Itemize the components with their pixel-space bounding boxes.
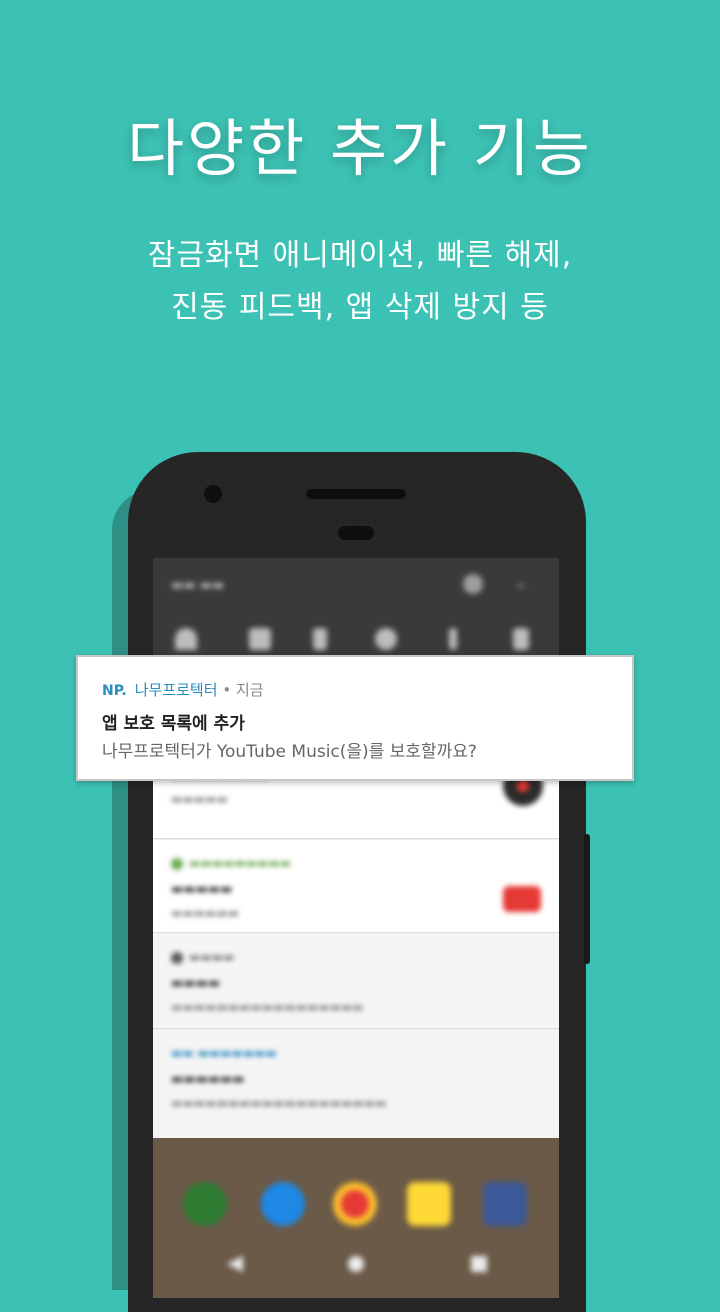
home-screen [153, 1138, 559, 1298]
signal-icon [249, 628, 271, 650]
wifi-icon [175, 628, 197, 650]
earpiece-speaker [306, 489, 406, 499]
youtube-thumb-icon [503, 886, 541, 912]
chrome-app-icon [333, 1182, 377, 1226]
front-camera [204, 485, 222, 503]
np-logo: NP. [102, 683, 127, 699]
dnd-icon [375, 628, 397, 650]
phone-side-button [584, 834, 590, 964]
recents-nav-icon [471, 1256, 487, 1272]
notification-text-blurred: ▬▬▬▬▬▬▬▬▬▬▬▬▬▬▬▬▬ [171, 1000, 364, 1014]
notification-youtube: ▬▬▬▬▬▬▬▬▬ ▬▬▬▬▬ ▬▬▬▬▬▬ [153, 840, 559, 933]
notification-text: 나무프로텍터가 YouTube Music(을)를 보호할까요? [102, 742, 477, 762]
notification-text-blurred: ▬▬▬▬▬▬▬▬▬▬▬▬▬▬▬▬▬▬▬ [171, 1096, 387, 1110]
messenger-app-icon [261, 1182, 305, 1226]
rotate-icon [513, 628, 529, 650]
header-separator: • [222, 681, 232, 699]
headline: 다양한 추가 기능 [127, 112, 593, 185]
notification-text-blurred: ▬▬▬▬▬▬ [171, 906, 240, 920]
battery-icon [313, 628, 327, 650]
notification-app-blurred: ▬▬▬▬▬▬▬▬▬ [171, 856, 291, 870]
notification-title-blurred: ▬▬▬▬ [171, 976, 221, 991]
notification-title: 앱 보호 목록에 추가 [102, 714, 245, 734]
phone-app-icon [183, 1182, 227, 1226]
home-nav-icon [348, 1256, 364, 1272]
heads-up-notification[interactable]: NP. 나무프로텍터 • 지금 앱 보호 목록에 추가 나무프로텍터가 YouTu… [76, 655, 634, 781]
subtitle-line-1: 잠금화면 애니메이션, 빠른 해제, [147, 238, 573, 273]
kakaotalk-app-icon [407, 1182, 451, 1226]
notification-system: ▬▬▬▬ ▬▬▬▬ ▬▬▬▬▬▬▬▬▬▬▬▬▬▬▬▬▬ [153, 934, 559, 1029]
notification-app-name: 나무프로텍터 [134, 681, 218, 699]
notification-title-blurred: ▬▬▬▬▬ [171, 882, 233, 897]
notification-header: NP. 나무프로텍터 • 지금 [102, 679, 264, 700]
back-nav-icon [227, 1256, 243, 1272]
notification-text-blurred: ▬▬▬▬▬ [171, 792, 228, 806]
phone-mockup: ▬▬ ▬▬ ⌄ ▬▬▬▬▬▬ ▬▬▬▬▬▬▬▬ ▬▬▬▬▬ ▬▬▬▬▬▬▬▬ [128, 452, 586, 1312]
notification-protector: ▬▬ ▬▬▬▬▬▬▬ ▬▬▬▬▬▬ ▬▬▬▬▬▬▬▬▬▬▬▬▬▬▬▬▬▬▬ [153, 1030, 559, 1139]
subtitle-line-2: 진동 피드백, 앱 삭제 방지 등 [171, 290, 549, 325]
settings-gear-icon [463, 574, 483, 594]
notification-app-blurred: ▬▬ ▬▬▬▬▬▬▬ [171, 1046, 277, 1060]
flashlight-icon [449, 628, 457, 650]
chevron-down-icon: ⌄ [513, 572, 529, 593]
proximity-sensor [338, 526, 374, 540]
facebook-app-icon [483, 1182, 527, 1226]
notification-title-blurred: ▬▬▬▬▬▬ [171, 1072, 245, 1087]
notification-app-blurred: ▬▬▬▬ [171, 950, 234, 964]
notification-time: 지금 [235, 681, 264, 699]
status-time-blurred: ▬▬ ▬▬ [171, 578, 225, 593]
